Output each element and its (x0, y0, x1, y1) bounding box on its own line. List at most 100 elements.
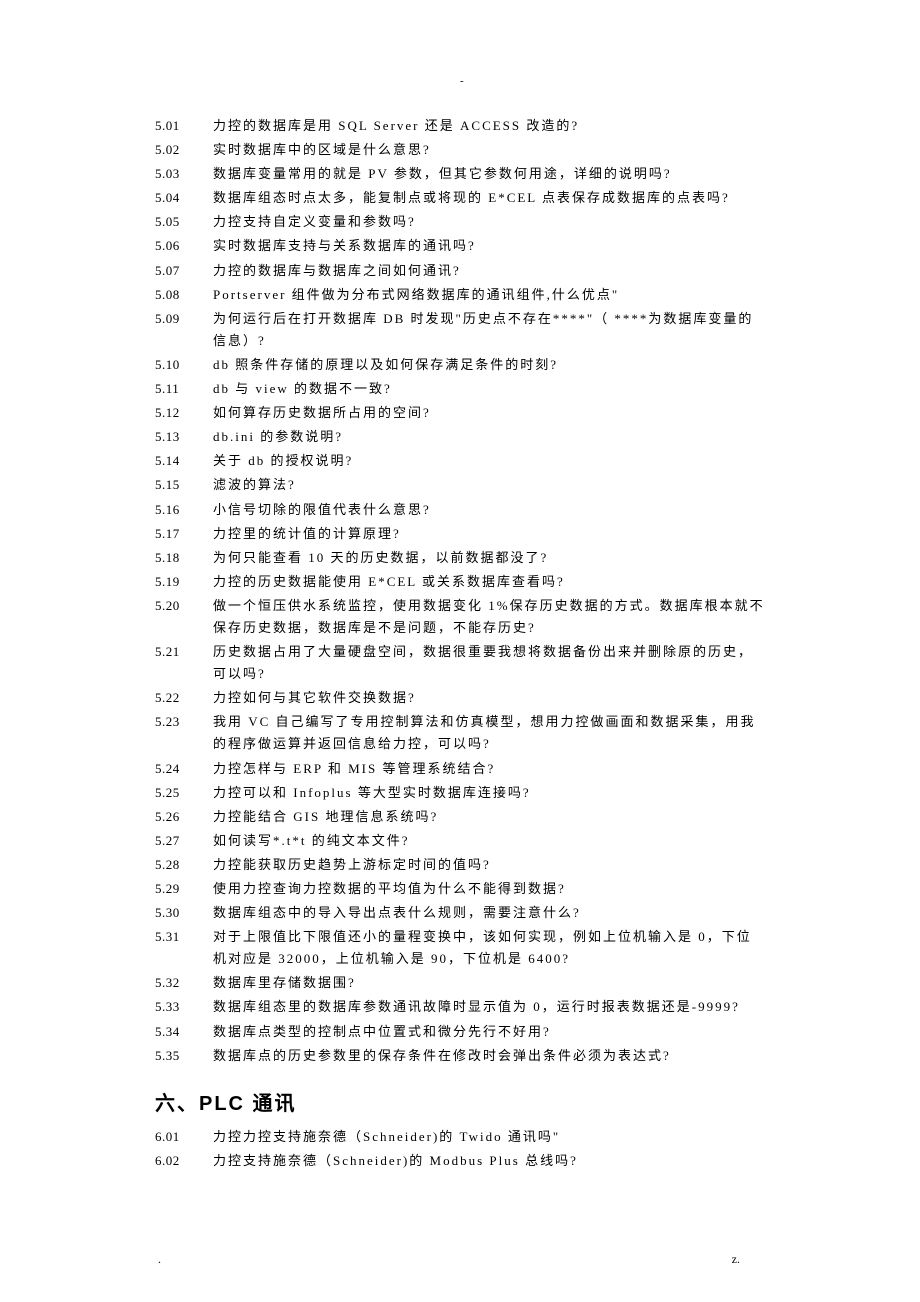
faq-text: 数据库变量常用的就是 PV 参数，但其它参数何用途，详细的说明吗? (213, 163, 765, 185)
faq-number: 5.30 (155, 902, 213, 924)
faq-item: 5.04数据库组态时点太多，能复制点或将现的 E*CEL 点表保存成数据库的点表… (155, 187, 765, 209)
faq-list-section-5: 5.01力控的数据库是用 SQL Server 还是 ACCESS 改造的?5.… (155, 115, 765, 1067)
faq-item: 5.31对于上限值比下限值还小的量程变换中，该如何实现，例如上位机输入是 0，下… (155, 926, 765, 970)
faq-item: 5.26力控能结合 GIS 地理信息系统吗? (155, 806, 765, 828)
faq-number: 5.25 (155, 782, 213, 804)
faq-item: 5.10db 照条件存储的原理以及如何保存满足条件的时刻? (155, 354, 765, 376)
faq-item: 5.25力控可以和 Infoplus 等大型实时数据库连接吗? (155, 782, 765, 804)
faq-number: 5.34 (155, 1021, 213, 1043)
faq-item: 5.07力控的数据库与数据库之间如何通讯? (155, 260, 765, 282)
faq-text: 如何算存历史数据所占用的空间? (213, 402, 765, 424)
faq-item: 5.11db 与 view 的数据不一致? (155, 378, 765, 400)
faq-item: 5.18为何只能查看 10 天的历史数据，以前数据都没了? (155, 547, 765, 569)
faq-item: 6.01力控力控支持施奈德（Schneider)的 Twido 通讯吗" (155, 1126, 765, 1148)
faq-text: 数据库点的历史参数里的保存条件在修改时会弹出条件必须为表达式? (213, 1045, 765, 1067)
faq-number: 5.05 (155, 211, 213, 233)
faq-number: 5.07 (155, 260, 213, 282)
faq-text: 滤波的算法? (213, 474, 765, 496)
faq-number: 5.26 (155, 806, 213, 828)
faq-item: 5.24力控怎样与 ERP 和 MIS 等管理系统结合? (155, 758, 765, 780)
faq-number: 5.13 (155, 426, 213, 448)
top-marker: - (460, 75, 464, 87)
faq-number: 5.12 (155, 402, 213, 424)
faq-text: 力控能获取历史趋势上游标定时间的值吗? (213, 854, 765, 876)
faq-number: 5.33 (155, 996, 213, 1018)
faq-item: 5.17力控里的统计值的计算原理? (155, 523, 765, 545)
faq-number: 5.21 (155, 641, 213, 685)
faq-text: 数据库组态中的导入导出点表什么规则，需要注意什么? (213, 902, 765, 924)
faq-text: 力控如何与其它软件交换数据? (213, 687, 765, 709)
faq-text: 力控力控支持施奈德（Schneider)的 Twido 通讯吗" (213, 1126, 765, 1148)
faq-text: db 照条件存储的原理以及如何保存满足条件的时刻? (213, 354, 765, 376)
faq-text: 对于上限值比下限值还小的量程变换中，该如何实现，例如上位机输入是 0，下位机对应… (213, 926, 765, 970)
faq-list-section-6: 6.01力控力控支持施奈德（Schneider)的 Twido 通讯吗"6.02… (155, 1126, 765, 1172)
faq-item: 5.20做一个恒压供水系统监控，使用数据变化 1%保存历史数据的方式。数据库根本… (155, 595, 765, 639)
faq-number: 5.32 (155, 972, 213, 994)
faq-number: 5.35 (155, 1045, 213, 1067)
faq-text: db.ini 的参数说明? (213, 426, 765, 448)
faq-text: db 与 view 的数据不一致? (213, 378, 765, 400)
faq-number: 5.23 (155, 711, 213, 755)
faq-text: 为何运行后在打开数据库 DB 时发现"历史点不存在****"（ ****为数据库… (213, 308, 765, 352)
faq-text: 如何读写*.t*t 的纯文本文件? (213, 830, 765, 852)
faq-text: 力控的数据库与数据库之间如何通讯? (213, 260, 765, 282)
faq-item: 5.16小信号切除的限值代表什么意思? (155, 499, 765, 521)
faq-item: 5.14关于 db 的授权说明? (155, 450, 765, 472)
faq-text: 数据库里存储数据围? (213, 972, 765, 994)
faq-text: 数据库点类型的控制点中位置式和微分先行不好用? (213, 1021, 765, 1043)
section-6-heading: 六、PLC 通讯 (155, 1087, 765, 1116)
faq-number: 5.04 (155, 187, 213, 209)
faq-text: 小信号切除的限值代表什么意思? (213, 499, 765, 521)
faq-text: 数据库组态时点太多，能复制点或将现的 E*CEL 点表保存成数据库的点表吗? (213, 187, 765, 209)
faq-text: 力控支持施奈德（Schneider)的 Modbus Plus 总线吗? (213, 1150, 765, 1172)
faq-item: 5.34数据库点类型的控制点中位置式和微分先行不好用? (155, 1021, 765, 1043)
faq-number: 6.02 (155, 1150, 213, 1172)
faq-number: 5.11 (155, 378, 213, 400)
faq-number: 5.14 (155, 450, 213, 472)
faq-number: 5.20 (155, 595, 213, 639)
faq-number: 5.03 (155, 163, 213, 185)
faq-text: 实时数据库中的区域是什么意思? (213, 139, 765, 161)
faq-number: 5.22 (155, 687, 213, 709)
faq-number: 5.24 (155, 758, 213, 780)
faq-item: 5.09为何运行后在打开数据库 DB 时发现"历史点不存在****"（ ****… (155, 308, 765, 352)
faq-text: 数据库组态里的数据库参数通讯故障时显示值为 0，运行时报表数据还是-9999? (213, 996, 765, 1018)
faq-number: 5.15 (155, 474, 213, 496)
faq-item: 5.23我用 VC 自己编写了专用控制算法和仿真模型，想用力控做画面和数据采集，… (155, 711, 765, 755)
faq-item: 5.13db.ini 的参数说明? (155, 426, 765, 448)
faq-text: 力控能结合 GIS 地理信息系统吗? (213, 806, 765, 828)
faq-number: 5.02 (155, 139, 213, 161)
faq-number: 5.01 (155, 115, 213, 137)
faq-text: 关于 db 的授权说明? (213, 450, 765, 472)
faq-item: 5.22力控如何与其它软件交换数据? (155, 687, 765, 709)
faq-text: 力控支持自定义变量和参数吗? (213, 211, 765, 233)
faq-item: 5.03数据库变量常用的就是 PV 参数，但其它参数何用途，详细的说明吗? (155, 163, 765, 185)
faq-text: 力控的历史数据能使用 E*CEL 或关系数据库查看吗? (213, 571, 765, 593)
faq-item: 6.02力控支持施奈德（Schneider)的 Modbus Plus 总线吗? (155, 1150, 765, 1172)
faq-number: 5.19 (155, 571, 213, 593)
footer-z: z. (732, 1252, 740, 1267)
faq-number: 6.01 (155, 1126, 213, 1148)
faq-number: 5.10 (155, 354, 213, 376)
faq-text: 为何只能查看 10 天的历史数据，以前数据都没了? (213, 547, 765, 569)
faq-text: 力控的数据库是用 SQL Server 还是 ACCESS 改造的? (213, 115, 765, 137)
faq-number: 5.09 (155, 308, 213, 352)
faq-text: 历史数据占用了大量硬盘空间，数据很重要我想将数据备份出来并删除原的历史，可以吗? (213, 641, 765, 685)
faq-item: 5.12如何算存历史数据所占用的空间? (155, 402, 765, 424)
faq-item: 5.01力控的数据库是用 SQL Server 还是 ACCESS 改造的? (155, 115, 765, 137)
faq-item: 5.15滤波的算法? (155, 474, 765, 496)
faq-item: 5.06实时数据库支持与关系数据库的通讯吗? (155, 235, 765, 257)
faq-text: 力控怎样与 ERP 和 MIS 等管理系统结合? (213, 758, 765, 780)
footer-dot: . (158, 1252, 161, 1267)
faq-item: 5.30数据库组态中的导入导出点表什么规则，需要注意什么? (155, 902, 765, 924)
faq-item: 5.08Portserver 组件做为分布式网络数据库的通讯组件,什么优点" (155, 284, 765, 306)
faq-text: 做一个恒压供水系统监控，使用数据变化 1%保存历史数据的方式。数据库根本就不保存… (213, 595, 765, 639)
faq-number: 5.16 (155, 499, 213, 521)
faq-number: 5.08 (155, 284, 213, 306)
faq-item: 5.35数据库点的历史参数里的保存条件在修改时会弹出条件必须为表达式? (155, 1045, 765, 1067)
faq-number: 5.28 (155, 854, 213, 876)
faq-number: 5.06 (155, 235, 213, 257)
faq-text: 使用力控查询力控数据的平均值为什么不能得到数据? (213, 878, 765, 900)
faq-item: 5.32数据库里存储数据围? (155, 972, 765, 994)
faq-number: 5.17 (155, 523, 213, 545)
